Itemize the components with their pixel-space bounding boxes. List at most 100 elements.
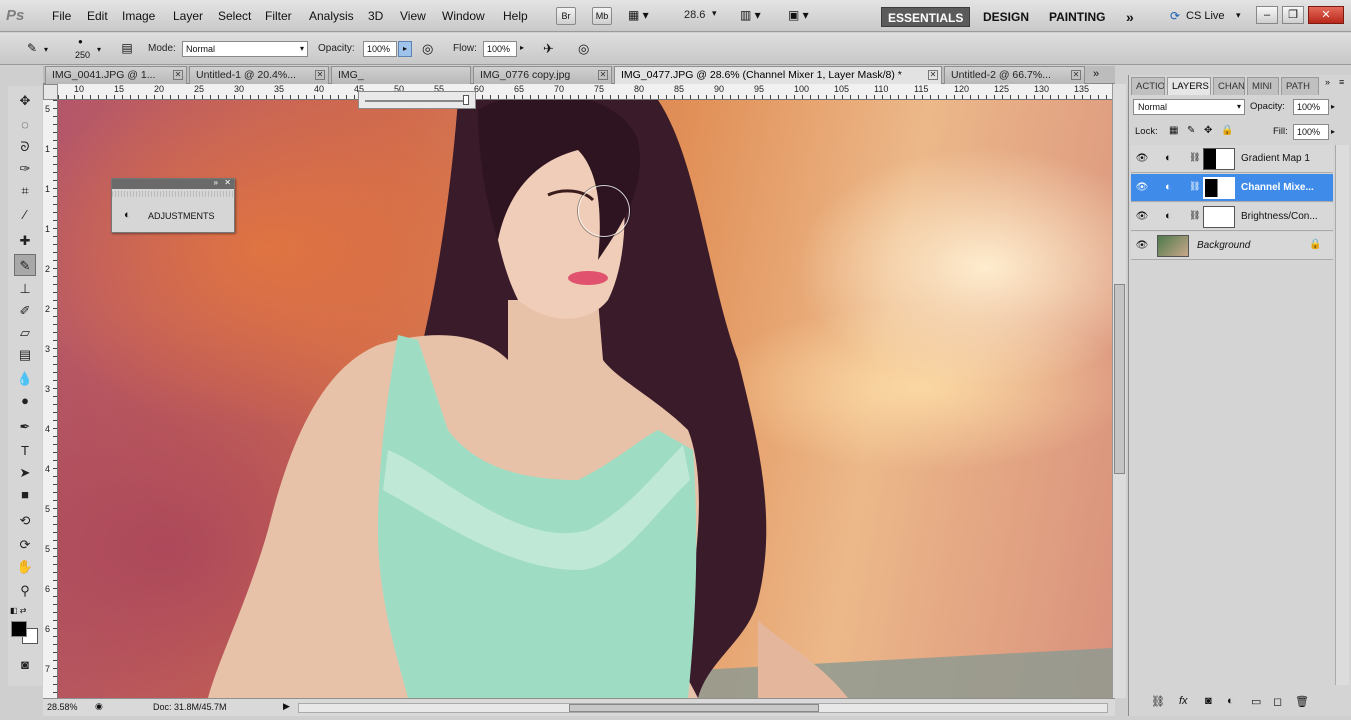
brush-tool-icon[interactable]: ✎ bbox=[14, 254, 36, 276]
adjustments-panel-header[interactable]: » ✕ bbox=[112, 178, 234, 189]
move-tool-icon[interactable]: ✥ bbox=[14, 90, 36, 112]
eyedropper-tool-icon[interactable]: ⁄ bbox=[14, 204, 36, 226]
layer-mask-thumbnail[interactable] bbox=[1203, 148, 1235, 170]
menu-image[interactable]: Image bbox=[122, 9, 155, 23]
workspace-design[interactable]: DESIGN bbox=[977, 7, 1035, 27]
panel-grip[interactable] bbox=[112, 191, 234, 197]
screen-mode-icon[interactable]: ▣ ▾ bbox=[788, 8, 809, 22]
horizontal-ruler[interactable]: 10 15 20 25 30 35 40 45 50 55 60 65 70 7… bbox=[58, 84, 1112, 100]
layer-opacity-slider-icon[interactable]: ▸ bbox=[1331, 102, 1335, 111]
horizontal-scrollbar-thumb[interactable] bbox=[569, 704, 819, 712]
adjustments-title[interactable]: ADJUSTMENTS bbox=[148, 211, 215, 221]
zoom-dropdown-icon[interactable]: ▾ bbox=[712, 8, 717, 19]
add-mask-icon[interactable]: ◙ bbox=[1205, 695, 1212, 707]
close-panel-icon[interactable]: ✕ bbox=[224, 178, 231, 187]
tab-untitled-1[interactable]: Untitled-1 @ 20.4%... ✕ bbox=[189, 66, 329, 84]
quick-mask-icon[interactable]: ◙ bbox=[14, 654, 36, 676]
foreground-color-swatch[interactable] bbox=[11, 621, 27, 637]
more-workspaces-button[interactable]: » bbox=[1120, 7, 1140, 27]
menu-select[interactable]: Select bbox=[218, 9, 251, 23]
cs-live-dropdown-icon[interactable]: ▾ bbox=[1236, 10, 1241, 21]
mini-bridge-button[interactable]: Mb bbox=[592, 7, 612, 25]
layers-scrollbar[interactable] bbox=[1335, 145, 1349, 685]
tab-mini-bridge[interactable]: MINI bbox=[1247, 77, 1279, 95]
panel-collapse-icon[interactable]: » bbox=[1325, 77, 1330, 87]
path-selection-tool-icon[interactable]: ➤ bbox=[14, 462, 36, 484]
zoom-level[interactable]: 28.6 bbox=[684, 9, 705, 21]
menu-analysis[interactable]: Analysis bbox=[309, 9, 354, 23]
layer-mask-thumbnail[interactable] bbox=[1203, 206, 1235, 228]
menu-edit[interactable]: Edit bbox=[87, 9, 108, 23]
type-tool-icon[interactable]: T bbox=[14, 440, 36, 462]
menu-3d[interactable]: 3D bbox=[368, 9, 383, 23]
history-brush-tool-icon[interactable]: ✐ bbox=[14, 300, 36, 322]
quick-selection-tool-icon[interactable]: ✑ bbox=[14, 158, 36, 180]
blur-tool-icon[interactable]: 💧 bbox=[14, 368, 36, 390]
eraser-tool-icon[interactable]: ▱ bbox=[14, 322, 36, 344]
tab-img-0776-copy[interactable]: IMG_0776 copy.jpg ✕ bbox=[473, 66, 612, 84]
link-chain-icon[interactable]: ⛓ bbox=[1189, 210, 1200, 221]
status-zoom[interactable]: 28.58% bbox=[47, 702, 78, 712]
menu-window[interactable]: Window bbox=[442, 9, 485, 23]
lock-position-icon[interactable]: ✥ bbox=[1204, 125, 1212, 136]
tab-paths[interactable]: PATH bbox=[1281, 77, 1319, 95]
arrange-documents-icon[interactable]: ▥ ▾ bbox=[740, 8, 761, 22]
layer-name[interactable]: Brightness/Con... bbox=[1241, 211, 1318, 222]
layer-opacity-input[interactable]: 100% bbox=[1293, 99, 1329, 115]
layer-row-gradient-map[interactable]: 👁 ◐ ⛓ Gradient Map 1 bbox=[1131, 145, 1333, 173]
close-tab-icon[interactable]: ✕ bbox=[1071, 70, 1081, 80]
link-chain-icon[interactable]: ⛓ bbox=[1189, 181, 1200, 192]
layer-row-brightness-contrast[interactable]: 👁 ◐ ⛓ Brightness/Con... bbox=[1131, 203, 1333, 231]
ruler-origin[interactable] bbox=[43, 84, 58, 100]
close-tab-icon[interactable]: ✕ bbox=[928, 70, 938, 80]
new-group-icon[interactable]: ▭ bbox=[1251, 695, 1261, 708]
zoom-tool-icon[interactable]: ⚲ bbox=[14, 580, 36, 602]
link-layers-icon[interactable]: ⛓ bbox=[1151, 695, 1165, 708]
visibility-eye-icon[interactable]: 👁 bbox=[1135, 240, 1149, 252]
brush-size[interactable]: 250 bbox=[75, 50, 90, 60]
layer-style-icon[interactable]: fx bbox=[1179, 695, 1188, 707]
airbrush-icon[interactable]: ✈ bbox=[543, 41, 554, 57]
workspace-painting[interactable]: PAINTING bbox=[1043, 7, 1111, 27]
minimize-button[interactable]: – bbox=[1256, 6, 1278, 24]
dodge-tool-icon[interactable]: ● bbox=[14, 390, 36, 412]
blend-mode-select[interactable]: Normal ▾ bbox=[1133, 99, 1245, 115]
pressure-opacity-icon[interactable]: ◎ bbox=[422, 41, 433, 57]
lock-all-icon[interactable]: 🔒 bbox=[1221, 125, 1233, 136]
link-chain-icon[interactable]: ⛓ bbox=[1189, 152, 1200, 163]
vertical-ruler[interactable]: 5 1 1 1 2 2 3 3 4 4 5 5 6 6 7 bbox=[43, 100, 58, 698]
pen-tool-icon[interactable]: ✒ bbox=[14, 416, 36, 438]
close-tab-icon[interactable]: ✕ bbox=[315, 70, 325, 80]
adjustments-icon[interactable]: ◐ bbox=[124, 209, 131, 221]
status-info-icon[interactable]: ◉ bbox=[95, 701, 103, 712]
layer-thumbnail[interactable] bbox=[1157, 235, 1189, 257]
layer-row-channel-mixer[interactable]: 👁 ◐ ⛓ Channel Mixe... bbox=[1131, 174, 1333, 202]
lock-transparent-icon[interactable]: ▦ bbox=[1169, 125, 1178, 136]
bridge-button[interactable]: Br bbox=[556, 7, 576, 25]
layer-row-background[interactable]: 👁 Background 🔒 bbox=[1131, 232, 1333, 260]
3d-rotate-tool-icon[interactable]: ⟲ bbox=[14, 510, 36, 532]
shape-tool-icon[interactable]: ■ bbox=[14, 484, 36, 506]
panel-menu-icon[interactable]: ≡ bbox=[1339, 77, 1344, 87]
opacity-slider-popup[interactable] bbox=[358, 91, 476, 109]
tab-actions[interactable]: ACTIO bbox=[1131, 77, 1165, 95]
new-layer-icon[interactable]: ◻ bbox=[1273, 695, 1282, 708]
collapse-icon[interactable]: » bbox=[214, 178, 218, 187]
visibility-eye-icon[interactable]: 👁 bbox=[1135, 211, 1149, 223]
menu-help[interactable]: Help bbox=[503, 9, 528, 23]
opacity-slider-track[interactable] bbox=[365, 100, 469, 102]
restore-button[interactable]: ❐ bbox=[1282, 6, 1304, 24]
tab-untitled-2[interactable]: Untitled-2 @ 66.7%... ✕ bbox=[944, 66, 1085, 84]
tool-preset-dropdown-icon[interactable]: ▾ bbox=[44, 45, 48, 54]
menu-file[interactable]: File bbox=[52, 9, 71, 23]
layer-mask-thumbnail[interactable] bbox=[1203, 177, 1235, 199]
workspace-essentials[interactable]: ESSENTIALS bbox=[881, 7, 971, 27]
tab-img-hidden[interactable]: IMG_ bbox=[331, 66, 471, 84]
brush-tool-preset-icon[interactable]: ✎ bbox=[22, 38, 42, 58]
menu-view[interactable]: View bbox=[400, 9, 426, 23]
status-menu-icon[interactable]: ▶ bbox=[283, 701, 290, 712]
menu-filter[interactable]: Filter bbox=[265, 9, 292, 23]
visibility-eye-icon[interactable]: 👁 bbox=[1135, 153, 1149, 165]
vertical-scrollbar[interactable] bbox=[1112, 84, 1126, 698]
trash-icon[interactable]: 🗑 bbox=[1295, 695, 1309, 708]
